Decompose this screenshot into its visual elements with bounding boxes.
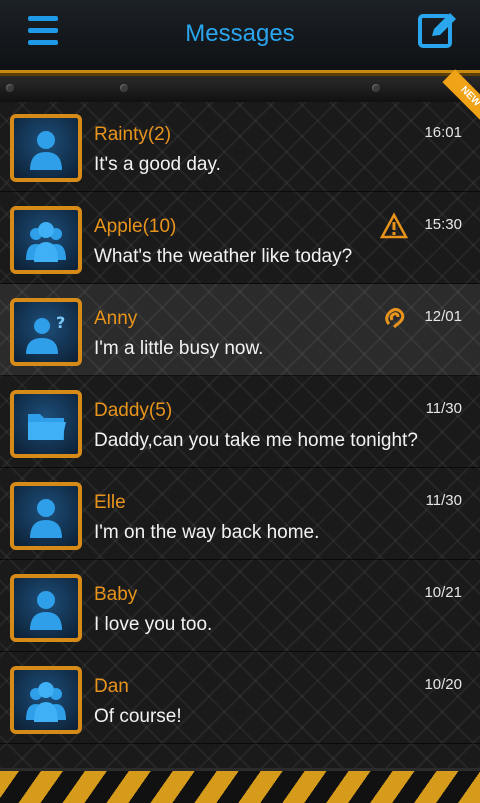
person-icon <box>10 482 82 550</box>
compose-icon[interactable] <box>416 10 460 50</box>
message-time: 11/30 <box>425 400 462 417</box>
message-preview: Of course! <box>94 706 182 727</box>
message-time: 12/01 <box>424 308 462 325</box>
message-time: 10/20 <box>424 676 462 693</box>
conversation-row[interactable]: Apple(10) What's the weather like today?… <box>0 192 480 284</box>
svg-text:?: ? <box>56 313 65 332</box>
message-time: 10/21 <box>424 584 462 601</box>
contact-name: Elle <box>94 492 126 513</box>
contact-name: Anny <box>94 308 138 329</box>
metal-divider <box>0 76 480 102</box>
message-preview: I'm on the way back home. <box>94 522 320 543</box>
message-preview: I'm a little busy now. <box>94 338 264 359</box>
contact-name: Daddy(5) <box>94 400 173 421</box>
message-time: 15:30 <box>424 216 462 233</box>
message-time: 16:01 <box>424 124 462 141</box>
message-preview: Daddy,can you take me home tonight? <box>94 430 418 451</box>
message-preview: It's a good day. <box>94 154 221 175</box>
page-title: Messages <box>185 20 295 47</box>
attachment-icon <box>380 304 408 332</box>
folder-icon <box>10 390 82 458</box>
message-preview: I love you too. <box>94 614 213 635</box>
person-icon <box>10 114 82 182</box>
person-icon <box>10 574 82 642</box>
contact-name: Apple(10) <box>94 216 177 237</box>
conversation-row[interactable]: Elle I'm on the way back home. 11/30 <box>0 468 480 560</box>
contact-name: Dan <box>94 676 129 697</box>
conversation-row[interactable]: Rainty(2) It's a good day. 16:01 <box>0 100 480 192</box>
hazard-stripe-footer <box>0 768 480 803</box>
warning-icon <box>379 212 409 240</box>
message-preview: What's the weather like today? <box>94 246 353 267</box>
message-time: 11/30 <box>425 492 462 509</box>
conversation-row[interactable]: Baby I love you too. 10/21 <box>0 560 480 652</box>
contact-name: Baby <box>94 584 138 605</box>
conversation-row[interactable]: ? Anny I'm a little busy now. 12/01 <box>0 284 480 376</box>
group-icon <box>10 206 82 274</box>
unknown-person-icon: ? <box>10 298 82 366</box>
group-icon <box>10 666 82 734</box>
conversation-row[interactable]: Daddy(5) Daddy,can you take me home toni… <box>0 376 480 468</box>
contact-name: Rainty(2) <box>94 124 172 145</box>
app-header: Messages <box>0 0 480 73</box>
conversation-row[interactable]: Dan Of course! 10/20 <box>0 652 480 744</box>
